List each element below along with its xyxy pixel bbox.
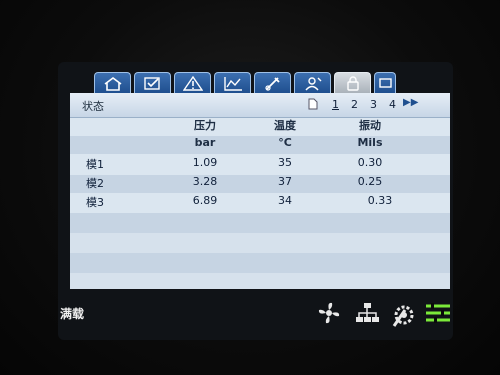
pressure-value: 3.28 (192, 175, 218, 188)
warning-icon (183, 76, 203, 91)
maintenance-icon[interactable] (390, 300, 418, 328)
next-page-icon[interactable]: ▶▶ (403, 97, 418, 108)
pressure-value: 1.09 (192, 156, 218, 169)
load-status-label: 满载 (60, 307, 85, 321)
tab-security[interactable] (334, 72, 371, 93)
tab-tools[interactable] (254, 72, 291, 93)
pressure-value: 6.89 (192, 194, 218, 207)
unit-vibration: Mils (357, 136, 383, 149)
monitor-icon (379, 78, 392, 88)
page-1-link[interactable]: 1 (332, 98, 339, 111)
checklist-icon (144, 77, 160, 90)
tab-trends[interactable] (214, 72, 251, 93)
temperature-value: 35 (278, 156, 292, 169)
unit-temperature: °C (278, 136, 292, 149)
table-row: 模1 1.09 35 0.30 (70, 156, 450, 174)
document-icon[interactable] (308, 98, 318, 110)
row-label: 模2 (86, 177, 104, 190)
col-header-pressure: 压力 (194, 119, 216, 132)
page-3-link[interactable]: 3 (370, 98, 377, 111)
trend-chart-icon (224, 77, 242, 91)
panel-title: 状态 (82, 100, 104, 113)
unit-pressure: bar (194, 136, 216, 149)
units-row: bar °C Mils (70, 136, 450, 154)
hmi-screen: 状态 1 2 3 4 ▶▶ 压力 温度 振动 bar °C Mils 模1 1.… (58, 62, 453, 340)
vibration-value: 0.30 (357, 156, 383, 169)
empty-row (70, 213, 450, 233)
col-header-temperature: 温度 (274, 119, 296, 132)
vibration-value: 0.25 (357, 175, 383, 188)
tab-checklist[interactable] (134, 72, 171, 93)
col-header-vibration: 振动 (359, 119, 381, 132)
vibration-value: 0.33 (367, 194, 393, 207)
page-2-link[interactable]: 2 (351, 98, 358, 111)
temperature-value: 34 (278, 194, 292, 207)
table-row: 模3 6.89 34 0.33 (70, 194, 450, 212)
operator-icon (305, 77, 322, 91)
fan-icon[interactable] (316, 300, 342, 326)
tab-home[interactable] (94, 72, 131, 93)
network-icon[interactable] (354, 300, 380, 326)
empty-row (70, 253, 450, 273)
temperature-value: 37 (278, 175, 292, 188)
lock-icon (347, 76, 359, 91)
empty-row (70, 273, 450, 289)
column-header-row: 压力 温度 振动 (70, 117, 450, 135)
page-4-link[interactable]: 4 (389, 98, 396, 111)
table-row: 模2 3.28 37 0.25 (70, 175, 450, 193)
home-icon (104, 77, 122, 91)
tab-operator[interactable] (294, 72, 331, 93)
tab-alarms[interactable] (174, 72, 211, 93)
row-label: 模3 (86, 196, 104, 209)
tab-monitor[interactable] (374, 72, 396, 93)
menu-icon[interactable] (424, 300, 452, 326)
panel-header: 状态 1 2 3 4 ▶▶ (70, 93, 450, 118)
status-panel: 状态 1 2 3 4 ▶▶ 压力 温度 振动 bar °C Mils 模1 1.… (70, 93, 450, 289)
empty-row (70, 233, 450, 253)
tools-icon (265, 77, 280, 91)
row-label: 模1 (86, 158, 104, 171)
